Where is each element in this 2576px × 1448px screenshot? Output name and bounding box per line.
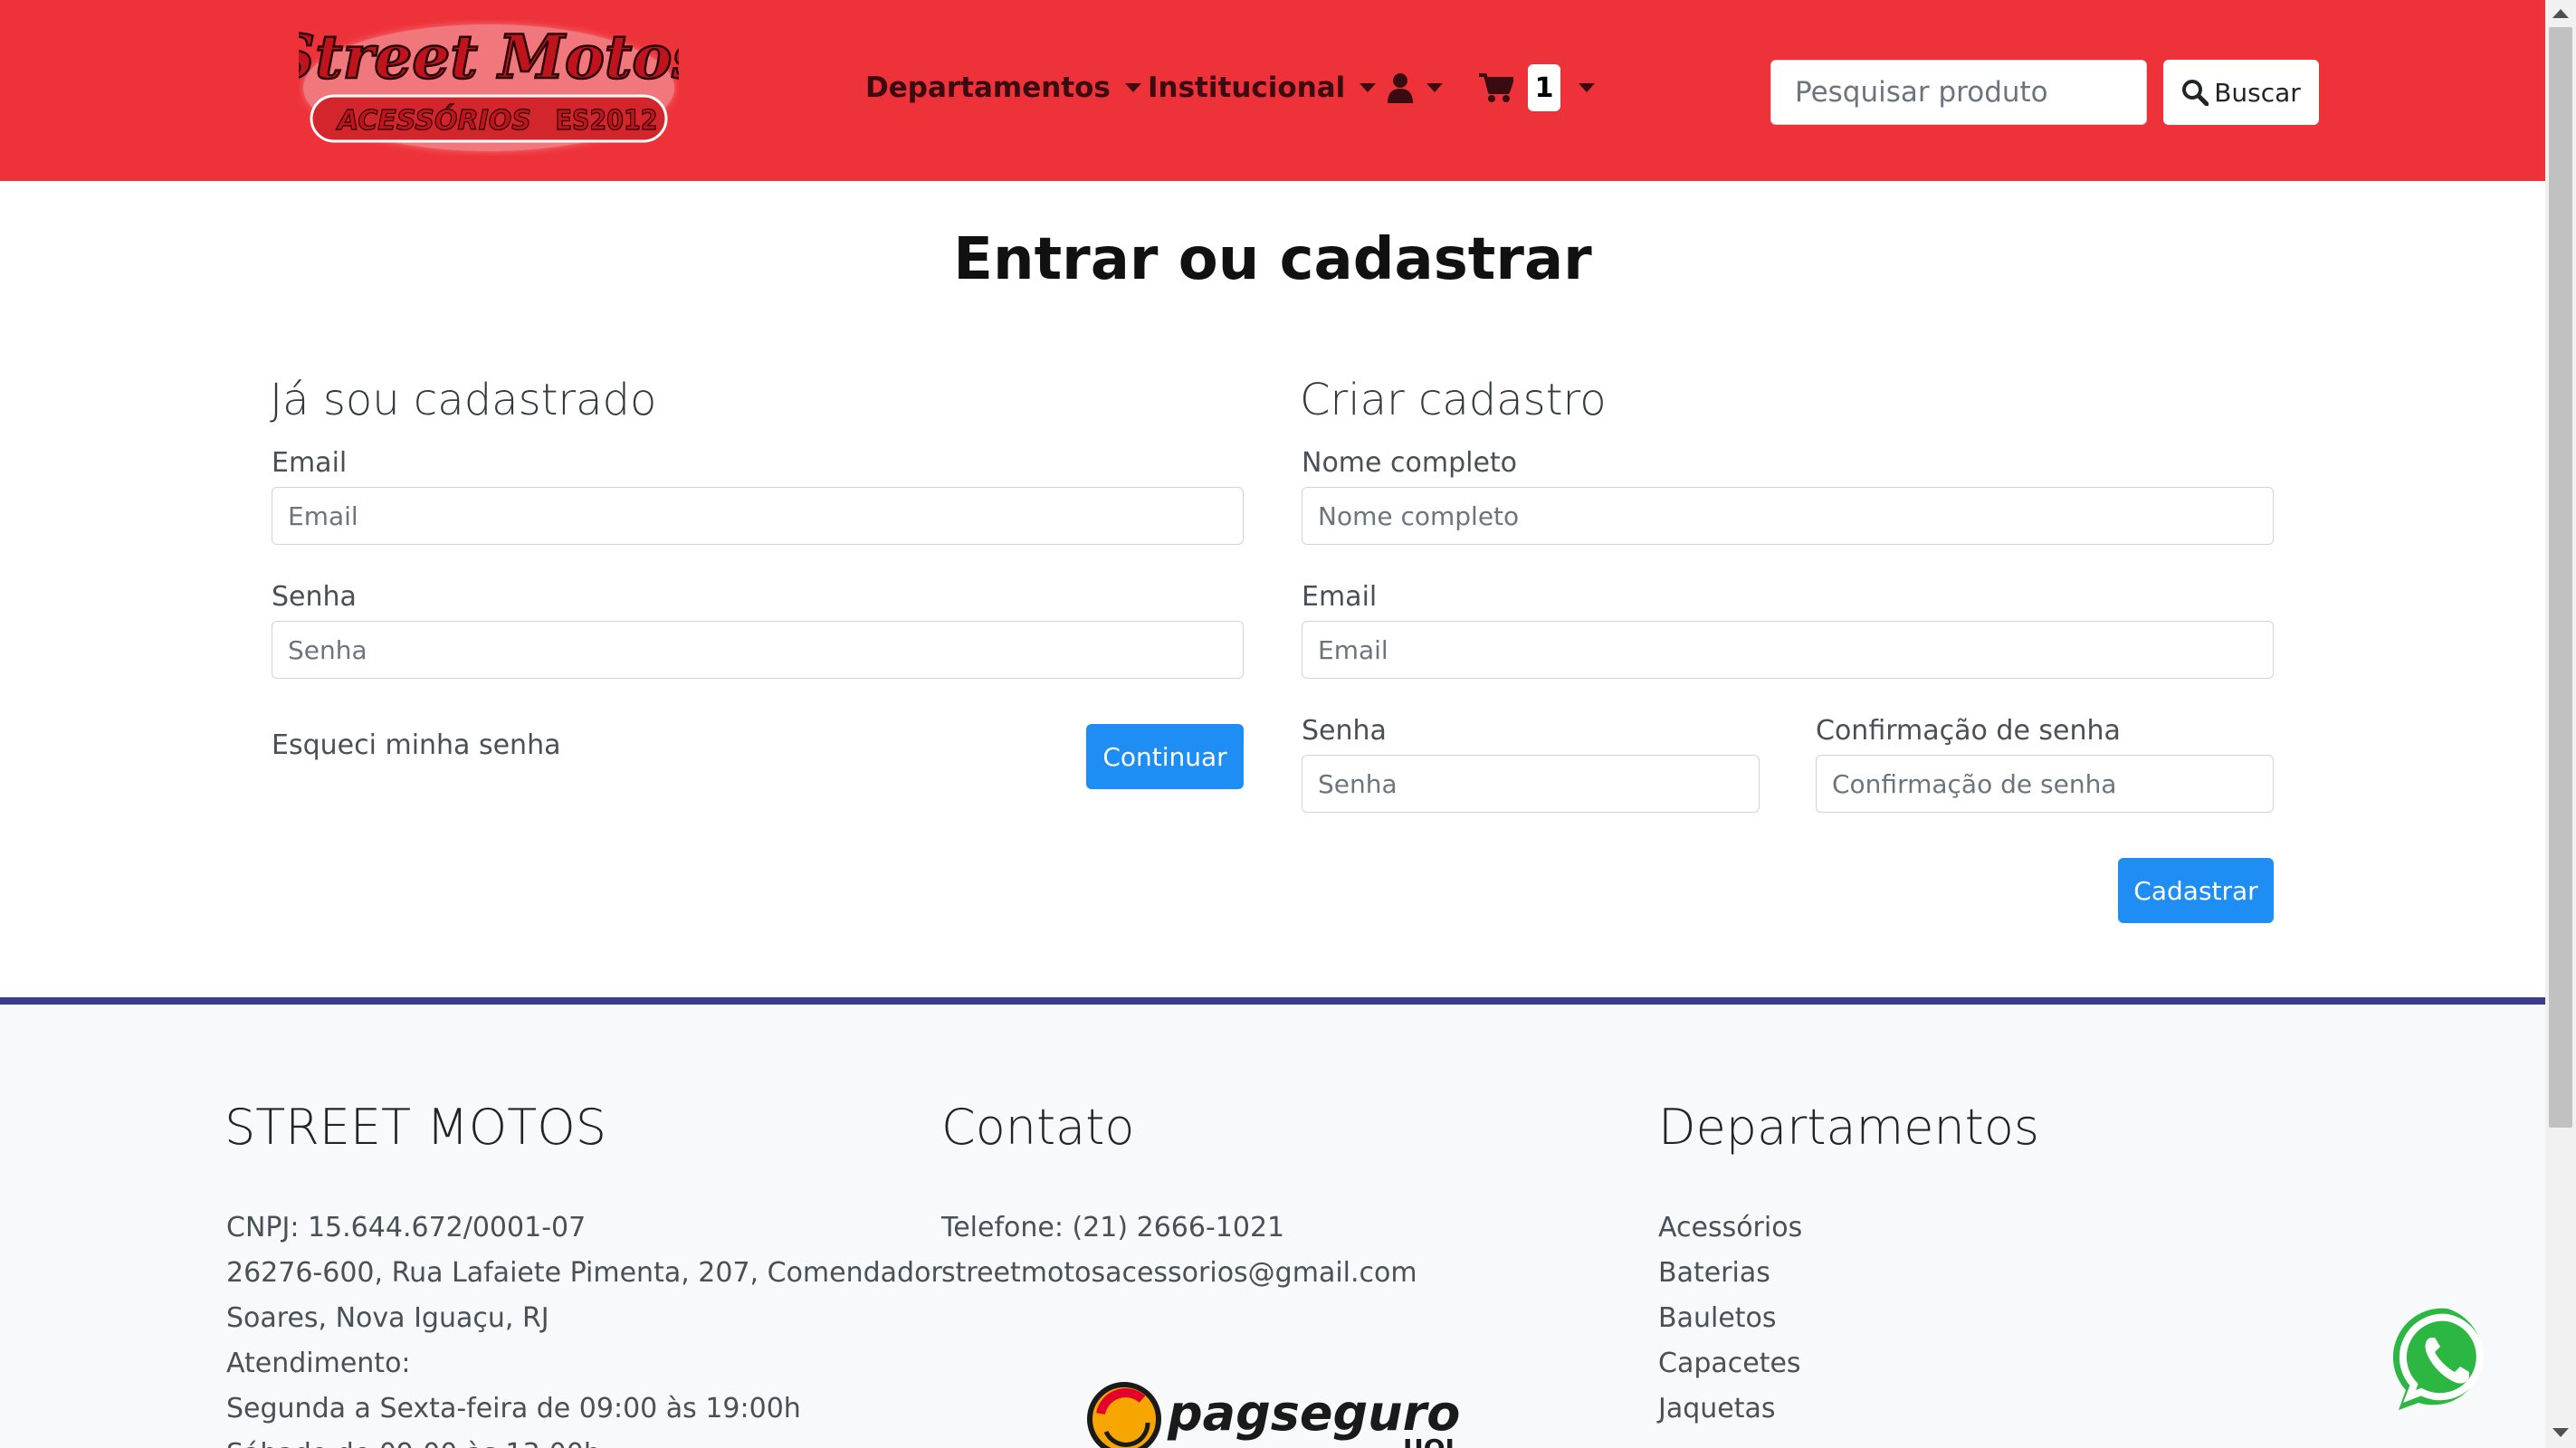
cart-icon [1479,73,1513,102]
user-icon [1388,73,1413,103]
scrollbar-thumb[interactable] [2549,27,2572,1128]
footer-departments-heading: Departamentos [1658,1099,2040,1156]
scroll-up-icon[interactable] [2552,9,2569,18]
footer-email-link[interactable]: streetmotosacessorios@gmail.com [941,1251,1417,1296]
pagseguro-logo: pagseguro UOL [1087,1382,1462,1448]
footer-hours-label: Atendimento: [226,1348,411,1379]
login-heading: Já sou cadastrado [270,375,657,425]
footer-address-line2: Soares, Nova Iguaçu, RJ [226,1302,549,1334]
chevron-down-icon [1579,83,1595,92]
scroll-down-icon[interactable] [2552,1428,2569,1437]
footer-contact-heading: Contato [941,1099,1135,1156]
chevron-down-icon [1124,83,1141,92]
header: Street Motos ACESSÓRIOS ES2012 Departame… [0,0,2545,181]
register-confirm-label: Confirmação de senha [1816,715,2121,747]
search-button[interactable]: Buscar [2163,60,2319,125]
login-password-label: Senha [272,581,357,613]
register-button-label: Cadastrar [2133,875,2258,906]
forgot-password-link[interactable]: Esqueci minha senha [272,729,560,761]
login-email-field[interactable] [272,487,1244,545]
search-input[interactable] [1770,60,2147,125]
footer-department-link[interactable]: Bauletos [1658,1296,1777,1341]
page: Street Motos ACESSÓRIOS ES2012 Departame… [0,0,2576,1448]
login-email-label: Email [272,447,348,479]
whatsapp-icon[interactable] [2391,1303,2504,1415]
footer-department-link[interactable]: Jaquetas [1658,1386,1776,1432]
register-name-label: Nome completo [1302,447,1518,479]
footer-department-link[interactable]: Baterias [1658,1251,1770,1296]
footer-phone: Telefone: (21) 2666-1021 [941,1212,1285,1243]
footer-cnpj: CNPJ: 15.644.672/0001-07 [226,1212,587,1243]
chevron-down-icon [1426,83,1443,92]
continue-button[interactable]: Continuar [1086,724,1244,789]
nav-user-menu[interactable] [1387,67,1443,109]
register-email-field[interactable] [1302,621,2274,679]
register-password-field[interactable] [1302,755,1760,813]
footer-department-link[interactable]: Acessórios [1658,1205,1802,1251]
register-confirm-field[interactable] [1816,755,2274,813]
login-password-field[interactable] [272,621,1244,679]
footer-company-heading: STREET MOTOS [224,1099,607,1156]
footer-hours-weekdays: Segunda a Sexta-feira de 09:00 às 19:00h [226,1393,801,1424]
continue-button-label: Continuar [1102,741,1227,772]
svg-text:ES2012: ES2012 [556,105,658,137]
nav-departamentos[interactable]: Departamentos [865,67,1141,109]
register-button[interactable]: Cadastrar [2118,858,2274,923]
svg-text:Street Motos: Street Motos [299,22,679,92]
search-icon [2182,80,2209,106]
footer-address-line1: 26276-600, Rua Lafaiete Pimenta, 207, Co… [226,1257,942,1289]
register-name-field[interactable] [1302,487,2274,545]
svg-text:ACESSÓRIOS: ACESSÓRIOS [336,103,531,137]
footer-department-link[interactable]: Capacetes [1658,1341,1801,1386]
nav-institucional[interactable]: Institucional [1148,67,1377,109]
register-password-label: Senha [1302,715,1387,747]
footer-hours-saturday: Sábado de 09:00 às 13:00h [226,1432,601,1448]
nav-cart[interactable]: 1 [1479,64,1595,111]
chevron-down-icon [1360,83,1377,92]
cart-count-badge: 1 [1528,64,1560,111]
street-motos-logo[interactable]: Street Motos ACESSÓRIOS ES2012 [299,20,679,156]
register-email-label: Email [1302,581,1378,613]
search-button-label: Buscar [2214,77,2301,108]
page-title: Entrar ou cadastrar [953,226,1592,293]
register-heading: Criar cadastro [1300,375,1607,425]
nav-departamentos-label: Departamentos [865,71,1111,104]
nav-institucional-label: Institucional [1148,71,1346,104]
pagseguro-uol-text: UOL [1403,1434,1462,1448]
